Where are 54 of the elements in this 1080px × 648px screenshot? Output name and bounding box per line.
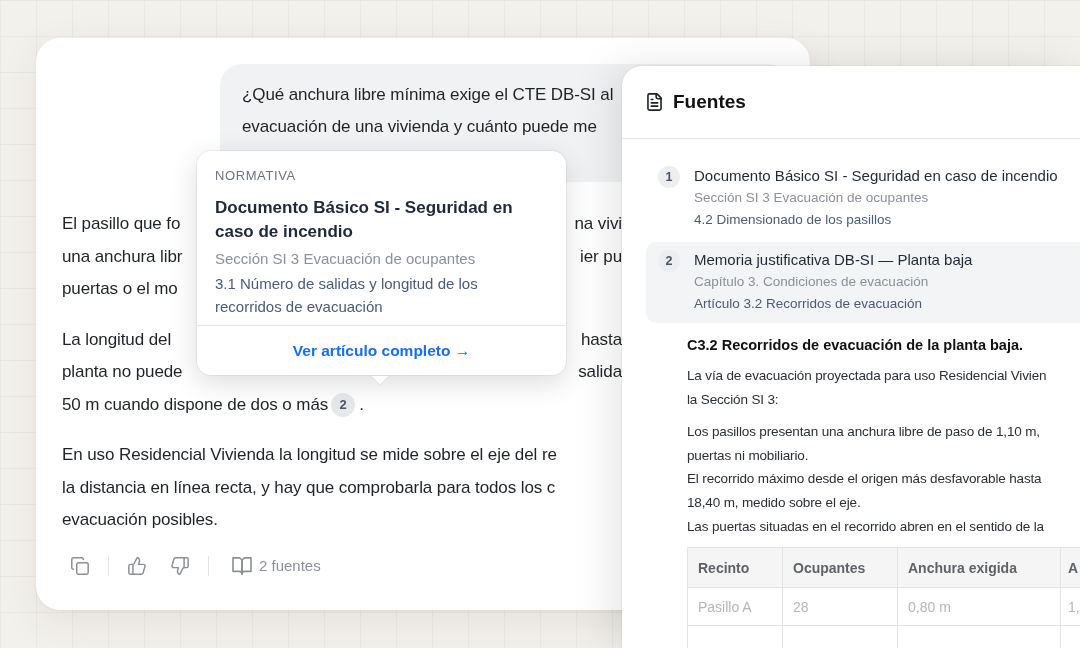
- source-title: Memoria justificativa DB-SI — Planta baja: [694, 250, 973, 270]
- answer-text: evacuación posibles.: [62, 510, 218, 531]
- table-header-cell: A: [1060, 547, 1080, 588]
- book-icon: [232, 556, 252, 575]
- table-cell: 0,80 m: [897, 587, 1061, 626]
- popover-section: Sección SI 3 Evacuación de ocupantes: [215, 246, 476, 272]
- sources-button[interactable]: 2 fuentes: [226, 549, 327, 582]
- document-heading: C3.2 Recorridos de evacuación de la planta baja.: [687, 336, 1024, 355]
- source-article: 4.2 Dimensionado de los pasillos: [694, 211, 892, 229]
- source-section: Capítulo 3. Condiciones de evacuación: [694, 271, 929, 293]
- document-text: Los pasillos presentan una anchura libre de paso de 1,10 m,: [687, 423, 1040, 442]
- answer-text: na vivi: [574, 214, 622, 235]
- popover-title: Documento Básico SI - Seguridad en caso de incendio: [215, 197, 514, 243]
- table-cell: 28: [782, 587, 898, 626]
- document-text: la Sección SI 3:: [687, 390, 779, 409]
- source-number: 1: [658, 166, 680, 188]
- answer-text: .: [359, 394, 364, 415]
- popover-category: NORMATIVA: [215, 167, 296, 185]
- answer-text: 50 m cuando dispone de dos o más: [62, 394, 329, 415]
- document-text: El recorrido máximo desde el origen más desfavorable hasta: [687, 470, 1042, 489]
- table-header-cell: Recinto: [687, 547, 783, 588]
- answer-text: En uso Residencial Vivienda la longitud se mide sobre el eje del re: [62, 445, 557, 466]
- popover-article: 3.1 Número de salidas y longitud de los recorridos de evacuación: [215, 274, 479, 317]
- source-article: Artículo 3.2 Recorridos de evacuación: [694, 295, 923, 313]
- popover-link[interactable]: Ver artículo completo →: [292, 341, 471, 360]
- question-text: evacuación de una vivienda y cuánto puede me: [242, 116, 597, 138]
- source-item[interactable]: 1 Documento Básico SI - Seguridad en caso de incendio Sección SI 3 Evacuación de ocupantes 4.2 Dimensionado de los pasillos: [646, 158, 1080, 239]
- answer-text: ier pu: [580, 246, 622, 267]
- table-header-cell: Ocupantes: [782, 547, 898, 588]
- answer-text: La longitud del: [62, 329, 172, 350]
- answer-text: hasta: [580, 329, 622, 350]
- document-icon: [647, 93, 662, 111]
- answer-text: salida: [578, 362, 622, 383]
- source-number: 2: [658, 250, 680, 272]
- answer-text: la distancia en línea recta, y hay que comprobarla para todos los c: [62, 477, 556, 498]
- answer-text: planta no puede: [62, 362, 183, 383]
- thumbs-up-icon: [128, 556, 146, 575]
- document-text: 18,40 m, medido sobre el eje.: [687, 493, 861, 512]
- table-cell: Pasillo A: [687, 587, 783, 626]
- document-text: La vía de evacuación proyectada para uso Residencial Vivien: [687, 367, 1047, 385]
- panel-title: Fuentes: [673, 91, 746, 113]
- document-text: Las puertas situadas en el recorrido abren en el sentido de la: [687, 517, 1044, 536]
- source-item[interactable]: 2 Memoria justificativa DB-SI — Planta baja Capítulo 3. Condiciones de evacuación Artículo 3.2 Recorridos de evacuación: [646, 242, 1080, 323]
- question-text: ¿Qué anchura libre mínima exige el CTE DB-SI al: [242, 84, 614, 106]
- thumbs-down-icon: [171, 556, 189, 575]
- citation-link[interactable]: 2: [331, 392, 356, 417]
- answer-text: El pasillo que fo: [62, 214, 181, 235]
- document-text: puertas ni mobiliario.: [687, 446, 809, 465]
- answer-text: una anchura libr: [62, 246, 183, 267]
- answer-text: puertas o el mo: [62, 279, 178, 300]
- source-title: Documento Básico SI - Seguridad en caso de incendio: [694, 166, 1058, 186]
- source-section: Sección SI 3 Evacuación de ocupantes: [694, 187, 929, 209]
- copy-icon: [71, 556, 89, 575]
- table-header-cell: Anchura exigida: [897, 547, 1061, 588]
